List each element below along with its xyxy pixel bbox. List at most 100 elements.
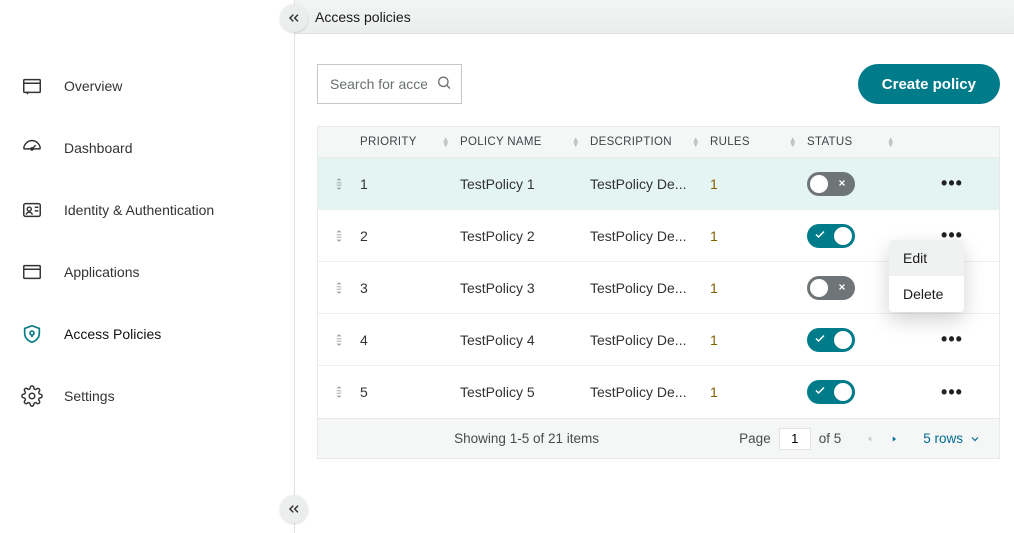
th-description[interactable]: DESCRIPTION ▲▼ xyxy=(590,136,710,148)
table-header: PRIORITY ▲▼ POLICY NAME ▲▼ DESCRIPTION ▲… xyxy=(318,126,999,158)
table-row: 1TestPolicy 1TestPolicy De...1••• xyxy=(318,158,999,210)
toggle-knob xyxy=(810,175,828,193)
content: Create policy PRIORITY ▲▼ POLICY NAME ▲▼… xyxy=(295,34,1014,533)
drag-handle[interactable] xyxy=(318,177,360,191)
page-input[interactable] xyxy=(779,428,811,450)
th-status[interactable]: STATUS ▲▼ xyxy=(807,136,905,148)
th-label: DESCRIPTION xyxy=(590,136,672,148)
sidebar-item-label: Dashboard xyxy=(64,140,133,156)
sidebar-item-overview[interactable]: Overview xyxy=(0,55,294,117)
page-label: Page xyxy=(739,431,771,446)
cell-priority: 3 xyxy=(360,280,460,296)
toggle-knob xyxy=(834,331,852,349)
dashboard-icon xyxy=(20,136,44,160)
th-label: PRIORITY xyxy=(360,136,417,148)
cell-name: TestPolicy 2 xyxy=(460,228,590,244)
row-actions-button[interactable]: ••• xyxy=(941,173,963,194)
drag-handle[interactable] xyxy=(318,281,360,295)
th-label: STATUS xyxy=(807,136,852,148)
overview-icon xyxy=(20,74,44,98)
cell-actions: ••• xyxy=(905,382,999,403)
status-toggle[interactable] xyxy=(807,224,855,248)
sidebar-item-settings[interactable]: Settings xyxy=(0,365,294,427)
menu-edit[interactable]: Edit xyxy=(889,240,964,276)
search-icon xyxy=(436,75,452,94)
sidebar-item-access-policies[interactable]: Access Policies xyxy=(0,303,294,365)
cell-rules[interactable]: 1 xyxy=(710,384,807,400)
cell-name: TestPolicy 5 xyxy=(460,384,590,400)
cell-priority: 4 xyxy=(360,332,460,348)
status-toggle[interactable] xyxy=(807,380,855,404)
next-page[interactable] xyxy=(887,432,901,446)
cell-rules[interactable]: 1 xyxy=(710,280,807,296)
sidebar-item-label: Settings xyxy=(64,388,115,404)
sidebar-item-dashboard[interactable]: Dashboard xyxy=(0,117,294,179)
access-policies-icon xyxy=(20,322,44,346)
check-icon xyxy=(814,385,826,400)
create-policy-button[interactable]: Create policy xyxy=(858,64,1000,104)
applications-icon xyxy=(20,260,44,284)
pager: Page of 5 xyxy=(739,428,841,450)
sidebar-item-identity[interactable]: Identity & Authentication xyxy=(0,179,294,241)
th-priority[interactable]: PRIORITY ▲▼ xyxy=(360,136,460,148)
th-policy-name[interactable]: POLICY NAME ▲▼ xyxy=(460,136,590,148)
row-actions-button[interactable]: ••• xyxy=(941,382,963,403)
sidebar-item-label: Overview xyxy=(64,78,122,94)
sort-icon: ▲▼ xyxy=(692,137,700,147)
toolbar: Create policy xyxy=(317,64,1000,104)
toggle-knob xyxy=(834,227,852,245)
prev-page[interactable] xyxy=(863,432,877,446)
chevron-down-icon xyxy=(969,433,981,445)
sort-icon: ▲▼ xyxy=(572,137,580,147)
identity-icon xyxy=(20,198,44,222)
cell-name: TestPolicy 4 xyxy=(460,332,590,348)
x-icon xyxy=(837,177,847,191)
status-toggle[interactable] xyxy=(807,276,855,300)
th-rules[interactable]: RULES ▲▼ xyxy=(710,136,807,148)
footer-status: Showing 1-5 of 21 items xyxy=(336,431,717,446)
toggle-knob xyxy=(810,279,828,297)
rows-selector[interactable]: 5 rows xyxy=(923,431,981,446)
drag-handle[interactable] xyxy=(318,385,360,399)
page-title: Access policies xyxy=(315,9,411,25)
cell-name: TestPolicy 1 xyxy=(460,176,590,192)
cell-priority: 5 xyxy=(360,384,460,400)
table-footer: Showing 1-5 of 21 items Page of 5 xyxy=(318,418,999,458)
drag-handle[interactable] xyxy=(318,333,360,347)
sidebar-item-applications[interactable]: Applications xyxy=(0,241,294,303)
cell-rules[interactable]: 1 xyxy=(710,332,807,348)
cell-priority: 1 xyxy=(360,176,460,192)
sort-icon: ▲▼ xyxy=(887,137,895,147)
cell-rules[interactable]: 1 xyxy=(710,228,807,244)
chevrons-left-icon xyxy=(286,10,302,26)
chevrons-left-icon xyxy=(286,501,302,517)
cell-actions: ••• xyxy=(905,173,999,194)
settings-icon xyxy=(20,384,44,408)
row-actions-button[interactable]: ••• xyxy=(941,329,963,350)
page-nav xyxy=(863,432,901,446)
toggle-knob xyxy=(834,383,852,401)
sidebar-item-label: Applications xyxy=(64,264,140,280)
status-toggle[interactable] xyxy=(807,172,855,196)
sidebar: Overview Dashboard Identity & Authentica… xyxy=(0,0,295,533)
x-icon xyxy=(837,281,847,295)
cell-description: TestPolicy De... xyxy=(590,332,710,348)
sidebar-collapse-top[interactable] xyxy=(280,4,308,32)
sidebar-collapse-bottom[interactable] xyxy=(280,495,308,523)
check-icon xyxy=(814,228,826,243)
check-icon xyxy=(814,332,826,347)
rows-label: 5 rows xyxy=(923,431,963,446)
menu-delete[interactable]: Delete xyxy=(889,276,964,312)
cell-name: TestPolicy 3 xyxy=(460,280,590,296)
sort-icon: ▲▼ xyxy=(442,137,450,147)
sidebar-item-label: Access Policies xyxy=(64,326,161,342)
cell-status xyxy=(807,172,905,196)
drag-handle[interactable] xyxy=(318,229,360,243)
cell-description: TestPolicy De... xyxy=(590,176,710,192)
cell-description: TestPolicy De... xyxy=(590,228,710,244)
status-toggle[interactable] xyxy=(807,328,855,352)
triangle-right-icon xyxy=(889,434,899,444)
cell-rules[interactable]: 1 xyxy=(710,176,807,192)
th-label: POLICY NAME xyxy=(460,136,542,148)
row-action-menu: Edit Delete xyxy=(889,240,964,312)
